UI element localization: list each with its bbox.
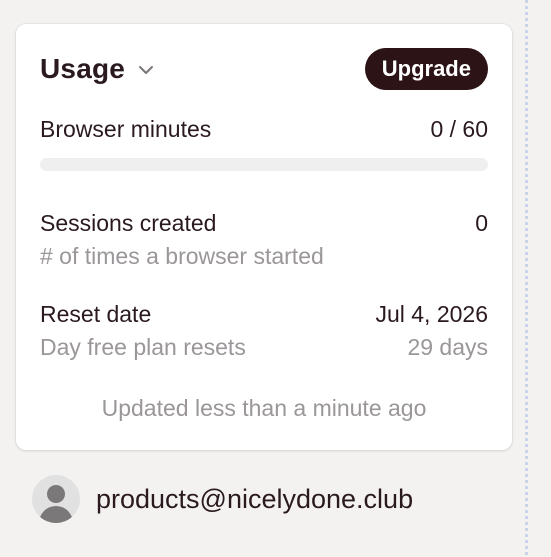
reset-description: Day free plan resets <box>40 334 246 360</box>
browser-minutes-value: 0 / 60 <box>430 116 488 142</box>
browser-minutes-progress-bar <box>40 158 488 171</box>
browser-minutes-row: Browser minutes 0 / 60 <box>40 116 488 143</box>
reset-date-value: Jul 4, 2026 <box>375 301 488 327</box>
reset-days-remaining: 29 days <box>407 334 488 360</box>
panel-divider <box>525 0 528 557</box>
sessions-value: 0 <box>475 210 488 236</box>
upgrade-button[interactable]: Upgrade <box>364 48 488 90</box>
reset-date-label: Reset date <box>40 301 152 327</box>
usage-dropdown-toggle[interactable]: Usage <box>40 48 155 90</box>
chevron-down-icon <box>137 61 155 79</box>
browser-minutes-label: Browser minutes <box>40 116 212 142</box>
usage-title: Usage <box>40 53 126 84</box>
reset-description-row: Day free plan resets 29 days <box>40 334 488 361</box>
user-silhouette-icon <box>32 475 80 523</box>
usage-card: Usage Upgrade Browser minutes 0 / 60 Ses… <box>16 24 512 450</box>
sessions-label: Sessions created <box>40 210 217 236</box>
account-email: products@nicelydone.club <box>96 483 414 514</box>
account-menu[interactable]: products@nicelydone.club <box>32 475 413 523</box>
sessions-row: Sessions created 0 <box>40 210 488 237</box>
updated-timestamp: Updated less than a minute ago <box>101 395 427 421</box>
sessions-description: # of times a browser started <box>40 243 324 269</box>
sessions-description-row: # of times a browser started <box>40 243 488 270</box>
usage-card-header: Usage Upgrade <box>40 48 488 90</box>
reset-date-row: Reset date Jul 4, 2026 <box>40 301 488 328</box>
